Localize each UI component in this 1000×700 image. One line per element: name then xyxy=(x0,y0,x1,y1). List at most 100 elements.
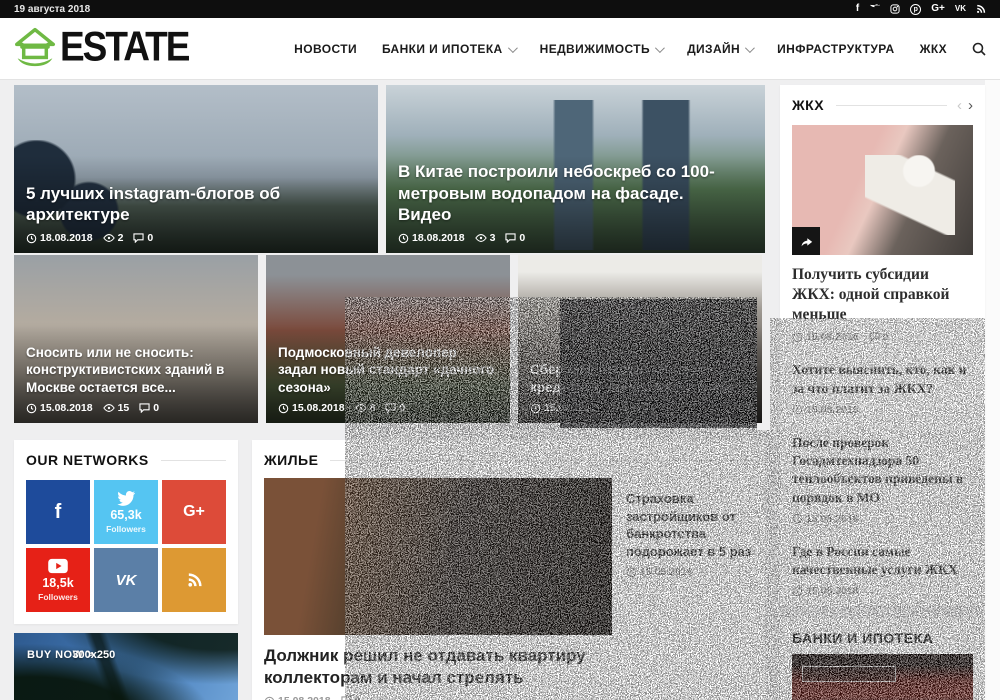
pinterest-icon[interactable]: p xyxy=(910,4,921,15)
article-title: В Китае построили небоскреб со 100-метро… xyxy=(398,161,728,226)
widget-title: ЖКХ xyxy=(792,97,824,113)
follower-count: 18,5k xyxy=(42,576,73,590)
main-nav: НОВОСТИ БАНКИ И ИПОТЕКА НЕДВИЖИМОСТЬ ДИЗ… xyxy=(294,18,986,80)
zhilye-widget: ЖИЛЬЕ Должник решил не отдавать квартиру… xyxy=(252,440,765,700)
headline-item[interactable]: Хотите выяснить, кто, как и за что плати… xyxy=(792,361,973,415)
featured-article-card[interactable]: 5 лучших instagram-блогов об архитектуре… xyxy=(14,85,378,253)
ad-banner-300x250[interactable]: BUY NOW > 300x250 xyxy=(14,633,238,700)
follower-count: 65,3k xyxy=(110,508,141,522)
nav-item-nedvizhimost[interactable]: НЕДВИЖИМОСТЬ xyxy=(540,42,662,56)
header-rule xyxy=(161,460,226,461)
comments-icon: 0 xyxy=(341,695,361,700)
article-meta: 15.08.2018 0 xyxy=(792,331,973,343)
article-date: 15.08.2018 xyxy=(806,513,859,525)
carousel-next-arrow[interactable]: › xyxy=(968,98,973,113)
views-icon: 2 xyxy=(103,232,124,244)
article-meta: 15.08.2018 6 0 xyxy=(530,402,750,414)
views-count: 2 xyxy=(118,232,124,244)
photo-label-box xyxy=(802,666,896,682)
header-rule xyxy=(330,460,753,461)
rss-icon[interactable] xyxy=(976,4,986,14)
article-photo[interactable] xyxy=(792,125,973,255)
comments-icon: 0 xyxy=(139,402,159,414)
clock-icon: 15.08.2018 xyxy=(26,402,93,414)
article-title[interactable]: Получить субсидии ЖКХ: одной справкой ме… xyxy=(792,265,973,325)
banki-widget: БАНКИ И ИПОТЕКА xyxy=(780,618,985,700)
social-tiles: f 65,3k Followers G+ 18,5k Followers VK xyxy=(26,480,226,612)
comments-icon: 0 xyxy=(385,402,405,414)
chevron-down-icon xyxy=(655,43,665,53)
vk-icon[interactable]: VK xyxy=(955,5,966,13)
views-count: 8 xyxy=(370,402,376,414)
nav-item-dizain[interactable]: ДИЗАЙН xyxy=(687,42,752,56)
clock-icon: 15.08.2018 xyxy=(792,513,859,525)
article-photo[interactable] xyxy=(792,654,973,700)
vk-tile[interactable]: VK xyxy=(94,548,158,612)
nav-item-novosti[interactable]: НОВОСТИ xyxy=(294,42,357,56)
nav-item-banki[interactable]: БАНКИ И ИПОТЕКА xyxy=(382,42,515,56)
article-date: 15.08.2018 xyxy=(292,402,345,414)
article-title: Хотите выяснить, кто, как и за что плати… xyxy=(792,361,973,397)
instagram-icon[interactable] xyxy=(890,4,900,14)
zhilye-main-article[interactable]: Должник решил не отдавать квартиру колле… xyxy=(264,478,612,700)
headline-item[interactable]: Где в России самые качественные услуги Ж… xyxy=(792,543,973,597)
comments-count: 0 xyxy=(883,331,889,343)
current-date: 19 августа 2018 xyxy=(14,4,90,15)
nav-label: БАНКИ И ИПОТЕКА xyxy=(382,42,503,56)
our-networks-widget: OUR NETWORKS f 65,3k Followers G+ 18,5k … xyxy=(14,440,238,624)
nav-label: НЕДВИЖИМОСТЬ xyxy=(540,42,650,56)
comments-icon: 0 xyxy=(637,402,657,414)
article-meta: 15.08.2018 0 xyxy=(264,695,612,700)
views-icon: 6 xyxy=(607,402,628,414)
comments-count: 0 xyxy=(355,695,361,700)
article-date: 15.08.2018 xyxy=(806,331,859,343)
article-meta: 15.08.2018 xyxy=(792,585,973,597)
article-date: 15.08.2018 xyxy=(806,404,859,416)
featured-article-card[interactable]: Сносить или не сносить: конструктивистск… xyxy=(14,255,258,423)
rss-icon xyxy=(186,572,203,589)
share-icon[interactable] xyxy=(792,227,820,255)
twitter-tile[interactable]: 65,3k Followers xyxy=(94,480,158,544)
nav-label: ДИЗАЙН xyxy=(687,42,740,56)
carousel-prev-arrow[interactable]: ‹ xyxy=(957,98,962,113)
twitter-icon[interactable] xyxy=(869,4,880,14)
widget-header: ЖКХ ‹ › xyxy=(792,97,973,113)
chevron-down-icon xyxy=(508,43,518,53)
card-caption: Сбербанк открыл «Интеко» кредитную линию… xyxy=(530,361,750,414)
facebook-icon[interactable]: f xyxy=(856,4,859,14)
nav-label: ЖКХ xyxy=(920,42,947,56)
widget-title: OUR NETWORKS xyxy=(26,452,149,468)
article-date: 18.08.2018 xyxy=(412,232,465,244)
views-icon: 15 xyxy=(103,402,130,414)
scrollbar-track[interactable] xyxy=(985,80,1000,700)
google-plus-icon[interactable]: G+ xyxy=(931,4,945,14)
google-plus-tile[interactable]: G+ xyxy=(162,480,226,544)
headline-item[interactable]: Страховка застройщиков от банкротства по… xyxy=(626,490,753,578)
featured-article-card[interactable]: Подмосковный девелопер задал новый станд… xyxy=(266,255,510,423)
article-meta: 15.08.2018 15 0 xyxy=(26,402,246,414)
article-title: Где в России самые качественные услуги Ж… xyxy=(792,543,973,579)
article-date: 18.08.2018 xyxy=(40,232,93,244)
site-logo[interactable]: ESTATE xyxy=(14,26,188,68)
estate-news-page: 19 августа 2018 f p G+ VK ESTATE НОВОСТИ… xyxy=(0,0,1000,700)
featured-article-card[interactable]: В Китае построили небоскреб со 100-метро… xyxy=(386,85,765,253)
article-meta: 15.08.2018 xyxy=(626,566,753,578)
article-date: 15.08.2018 xyxy=(806,585,859,597)
article-meta: 15.08.2018 xyxy=(792,513,973,525)
google-plus-icon: G+ xyxy=(183,504,205,520)
chevron-down-icon xyxy=(745,43,755,53)
rss-tile[interactable] xyxy=(162,548,226,612)
nav-item-zhkh[interactable]: ЖКХ xyxy=(920,42,947,56)
youtube-tile[interactable]: 18,5k Followers xyxy=(26,548,90,612)
headline-item[interactable]: После проверок Госадмтехнадзора 50 тепло… xyxy=(792,434,973,525)
search-icon[interactable] xyxy=(972,42,986,56)
article-meta: 15.08.2018 xyxy=(792,404,973,416)
facebook-tile[interactable]: f xyxy=(26,480,90,544)
facebook-icon: f xyxy=(55,502,62,522)
article-title: 5 лучших instagram-блогов об архитектуре xyxy=(26,183,366,227)
card-caption: 5 лучших instagram-блогов об архитектуре… xyxy=(26,183,366,245)
featured-article-card[interactable]: Сбербанк открыл «Интеко» кредитную линию… xyxy=(518,255,762,423)
nav-item-infrastruktura[interactable]: ИНФРАСТРУКТУРА xyxy=(777,42,895,56)
vk-icon: VK xyxy=(116,573,137,588)
nav-label: НОВОСТИ xyxy=(294,42,357,56)
